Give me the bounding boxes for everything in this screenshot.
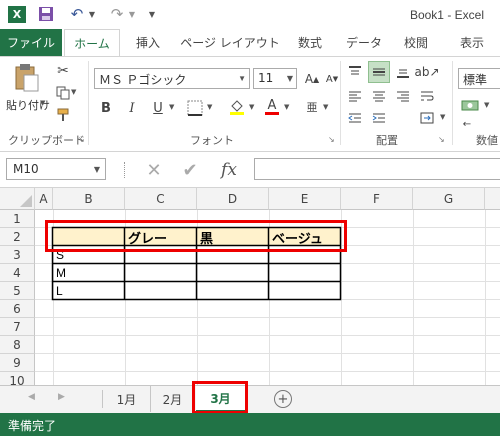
redo-icon[interactable]: ↷ (110, 5, 124, 23)
chevron-down-icon: ▼ (93, 165, 100, 174)
table-borders (51, 226, 342, 301)
decrease-indent-icon[interactable] (346, 109, 364, 127)
formula-input[interactable] (254, 158, 500, 180)
align-left-icon[interactable] (346, 87, 364, 105)
highlight-box-sheet (192, 381, 248, 414)
font-name-value: ＭＳ Ｐゴシック (99, 73, 187, 87)
group-divider (88, 61, 89, 145)
phonetic-guide-icon[interactable]: 亜 (304, 97, 320, 117)
format-painter-icon[interactable] (55, 107, 71, 123)
tab-home[interactable]: ホーム (64, 29, 120, 57)
group-divider (452, 61, 453, 145)
copy-dropdown-icon[interactable]: ▼ (71, 88, 76, 96)
font-launcher-icon[interactable]: ↘ (328, 135, 335, 144)
title-bar: X ↶ ▼ ↷ ▼ ▼ Book1 - Excel (0, 0, 500, 29)
save-icon[interactable] (38, 6, 54, 22)
tab-file[interactable]: ファイル (0, 29, 62, 56)
number-format-value: 標準 (463, 73, 488, 87)
window-title: Book1 - Excel (409, 8, 484, 22)
currency-dropdown-icon[interactable]: ▼ (484, 101, 489, 109)
increase-font-size-icon[interactable]: A ▲ (303, 70, 321, 88)
paste-icon[interactable] (12, 63, 42, 93)
previous-sheet-icon[interactable]: ◀ (28, 392, 35, 402)
customize-toolbar-icon[interactable]: ▼ (147, 6, 157, 22)
tab-review[interactable]: 校閲 (398, 29, 434, 56)
copy-icon[interactable] (55, 85, 71, 101)
highlight-box-header (45, 220, 347, 252)
borders-dropdown-icon[interactable]: ▼ (207, 103, 212, 111)
font-color-icon[interactable]: A (264, 97, 280, 117)
tab-insert[interactable]: 挿入 (130, 29, 166, 56)
phonetic-dropdown-icon[interactable]: ▼ (323, 103, 328, 111)
alignment-launcher-icon[interactable]: ↘ (438, 135, 445, 144)
wrap-text-icon[interactable] (418, 87, 436, 105)
chevron-down-icon: ▼ (286, 74, 293, 83)
group-divider (340, 61, 341, 145)
text-orientation-icon[interactable]: ab↗ (414, 63, 439, 81)
align-right-icon[interactable] (394, 87, 412, 105)
status-bar: 準備完了 (0, 413, 500, 436)
font-group-label: フォント (190, 134, 234, 147)
tab-formulas[interactable]: 数式 (290, 29, 330, 56)
paste-dropdown-icon[interactable]: ▼ (40, 99, 45, 107)
excel-logo-icon: X (8, 6, 26, 23)
ribbon-tabs: ファイル ホーム 挿入 ページ レイアウト 数式 データ 校閲 表示 (0, 29, 500, 57)
sheet-tab-feb[interactable]: 2月 (151, 386, 195, 412)
sheet-tab-bar: ◀ ▶ 1月 2月 3月 + (0, 381, 500, 414)
align-center-icon[interactable] (370, 87, 388, 105)
undo-icon[interactable]: ↶ (70, 5, 84, 23)
fill-color-dropdown-icon[interactable]: ▼ (249, 103, 254, 111)
borders-icon[interactable] (186, 99, 204, 117)
tab-page-layout[interactable]: ページ レイアウト (180, 29, 280, 56)
chevron-down-icon: ▼ (238, 74, 246, 83)
sheet-tab-jan[interactable]: 1月 (103, 386, 151, 412)
align-top-icon[interactable] (346, 63, 364, 81)
add-sheet-icon[interactable]: + (274, 390, 292, 408)
underline-dropdown-icon[interactable]: ▼ (169, 103, 174, 111)
font-color-glyph: A (267, 98, 277, 113)
number-group-label: 数値 (476, 134, 498, 147)
alignment-group-label: 配置 (376, 134, 398, 147)
clipboard-launcher-icon[interactable]: ↘ (78, 135, 85, 144)
decimal-icon[interactable]: ← (460, 117, 474, 131)
number-format-select[interactable]: 標準 (458, 68, 500, 89)
underline-button[interactable]: U (150, 99, 166, 117)
align-middle-icon[interactable] (368, 61, 390, 83)
worksheet-grid[interactable]: A B C D E F G 1 2 3 4 5 6 7 8 9 10 グレー 黒… (0, 188, 500, 385)
bold-button[interactable]: B (98, 99, 114, 117)
increase-indent-icon[interactable] (370, 109, 388, 127)
formula-bar-grip[interactable] (124, 162, 127, 178)
merge-center-icon[interactable] (418, 109, 436, 127)
insert-function-icon[interactable]: fx (214, 159, 244, 181)
status-text: 準備完了 (8, 419, 57, 433)
enter-icon[interactable]: ✔ (180, 160, 200, 181)
merge-dropdown-icon[interactable]: ▼ (440, 113, 445, 121)
italic-button[interactable]: I (124, 99, 140, 117)
tab-data[interactable]: データ (342, 29, 386, 56)
cancel-icon[interactable]: ✕ (144, 160, 164, 181)
name-box-value: M10 (13, 162, 39, 176)
fill-color-icon[interactable] (228, 97, 246, 117)
font-size-value: 11 (258, 71, 274, 85)
font-color-swatch (265, 112, 279, 115)
font-size-select[interactable]: 11 ▼ (253, 68, 297, 89)
tab-view[interactable]: 表示 (452, 29, 492, 56)
decrease-font-size-icon[interactable]: A ▼ (323, 70, 341, 88)
cut-icon[interactable]: ✂ (55, 63, 71, 79)
font-name-select[interactable]: ＭＳ Ｐゴシック ▼ (94, 68, 250, 89)
ribbon: 貼り付け ▼ ✂ ▼ クリップボード ↘ ＭＳ Ｐゴシック ▼ 11 ▼ A ▲ … (0, 56, 500, 152)
font-color-dropdown-icon[interactable]: ▼ (284, 103, 289, 111)
undo-dropdown-icon[interactable]: ▼ (88, 6, 96, 22)
next-sheet-icon[interactable]: ▶ (58, 392, 65, 402)
currency-format-icon[interactable] (460, 97, 482, 115)
formula-bar: M10 ▼ ✕ ✔ fx (0, 152, 500, 188)
name-box[interactable]: M10 ▼ (6, 158, 106, 180)
clipboard-group-label: クリップボード (8, 134, 85, 147)
align-bottom-icon[interactable] (394, 63, 412, 81)
redo-dropdown-icon[interactable]: ▼ (128, 6, 136, 22)
